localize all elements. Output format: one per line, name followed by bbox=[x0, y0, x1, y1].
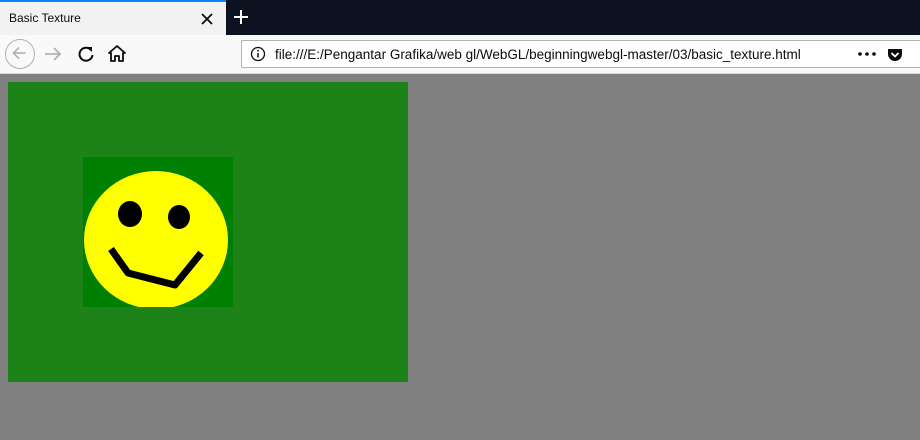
active-tab[interactable]: Basic Texture bbox=[0, 0, 226, 35]
smiley-face bbox=[84, 171, 228, 307]
info-icon[interactable] bbox=[250, 46, 266, 62]
page-content bbox=[0, 74, 920, 440]
smiley-left-eye bbox=[118, 201, 142, 227]
smiley-right-eye bbox=[168, 205, 190, 229]
reload-icon[interactable] bbox=[71, 39, 101, 69]
webgl-canvas bbox=[8, 82, 408, 382]
pocket-icon[interactable] bbox=[886, 46, 904, 64]
tab-title: Basic Texture bbox=[9, 11, 81, 25]
close-icon[interactable] bbox=[198, 10, 216, 28]
navigation-toolbar: file:///E:/Pengantar Grafika/web gl/WebG… bbox=[0, 35, 920, 74]
plus-icon[interactable] bbox=[230, 6, 252, 28]
smiley-texture bbox=[83, 157, 233, 307]
back-arrow-icon[interactable] bbox=[5, 39, 35, 69]
forward-arrow-icon[interactable] bbox=[38, 39, 68, 69]
address-bar[interactable]: file:///E:/Pengantar Grafika/web gl/WebG… bbox=[241, 40, 920, 68]
url-text: file:///E:/Pengantar Grafika/web gl/WebG… bbox=[275, 47, 801, 62]
tab-bar: Basic Texture bbox=[0, 0, 920, 35]
more-dots-icon[interactable] bbox=[856, 46, 878, 62]
home-icon[interactable] bbox=[102, 39, 132, 69]
